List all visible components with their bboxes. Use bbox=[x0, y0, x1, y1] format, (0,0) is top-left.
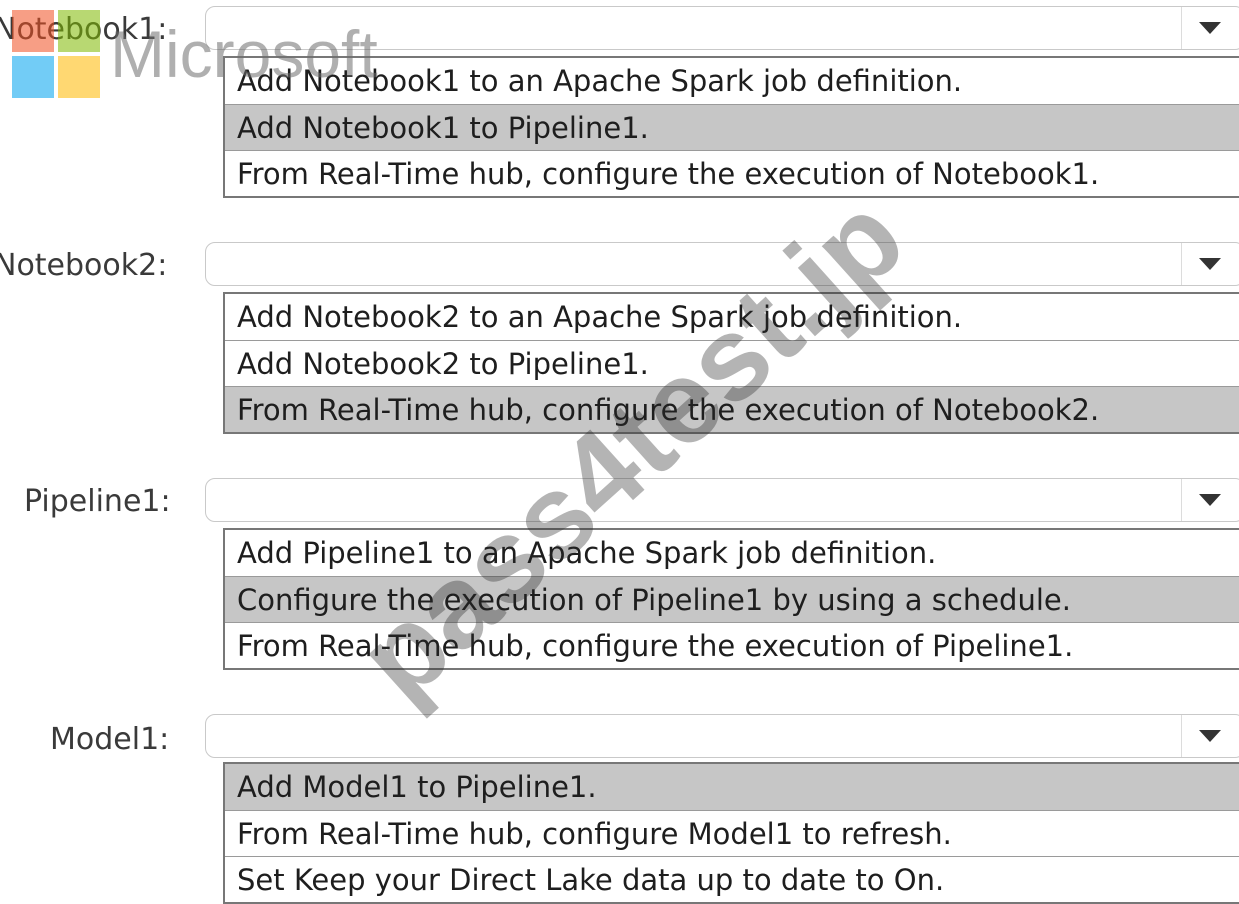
pipeline1-label: Pipeline1: bbox=[24, 484, 171, 519]
notebook1-options: Add Notebook1 to an Apache Spark job def… bbox=[223, 56, 1239, 198]
chevron-down-icon[interactable] bbox=[1181, 479, 1238, 521]
logo-square-yellow bbox=[58, 56, 100, 98]
notebook1-option-2[interactable]: Add Notebook1 to Pipeline1. bbox=[225, 104, 1239, 150]
model1-dropdown[interactable] bbox=[205, 714, 1239, 758]
notebook2-option-2[interactable]: Add Notebook2 to Pipeline1. bbox=[225, 340, 1239, 386]
notebook1-dropdown[interactable] bbox=[205, 6, 1239, 50]
chevron-down-icon[interactable] bbox=[1181, 7, 1238, 49]
model1-option-1[interactable]: Add Model1 to Pipeline1. bbox=[225, 764, 1239, 810]
notebook1-label: Notebook1: bbox=[0, 12, 168, 47]
notebook2-dropdown[interactable] bbox=[205, 242, 1239, 286]
notebook2-option-1[interactable]: Add Notebook2 to an Apache Spark job def… bbox=[225, 294, 1239, 340]
model1-label: Model1: bbox=[50, 722, 170, 757]
pipeline1-option-2[interactable]: Configure the execution of Pipeline1 by … bbox=[225, 576, 1239, 622]
model1-option-3[interactable]: Set Keep your Direct Lake data up to dat… bbox=[225, 856, 1239, 902]
model1-option-2[interactable]: From Real-Time hub, configure Model1 to … bbox=[225, 810, 1239, 856]
notebook1-option-3[interactable]: From Real-Time hub, configure the execut… bbox=[225, 150, 1239, 196]
pipeline1-dropdown[interactable] bbox=[205, 478, 1239, 522]
chevron-down-icon[interactable] bbox=[1181, 243, 1238, 285]
notebook2-options: Add Notebook2 to an Apache Spark job def… bbox=[223, 292, 1239, 434]
notebook2-label: Notebook2: bbox=[0, 248, 168, 283]
pipeline1-option-1[interactable]: Add Pipeline1 to an Apache Spark job def… bbox=[225, 530, 1239, 576]
chevron-down-icon[interactable] bbox=[1181, 715, 1238, 757]
logo-square-blue bbox=[12, 56, 54, 98]
notebook1-option-1[interactable]: Add Notebook1 to an Apache Spark job def… bbox=[225, 58, 1239, 104]
model1-options: Add Model1 to Pipeline1. From Real-Time … bbox=[223, 762, 1239, 904]
pipeline1-option-3[interactable]: From Real-Time hub, configure the execut… bbox=[225, 622, 1239, 668]
notebook2-option-3[interactable]: From Real-Time hub, configure the execut… bbox=[225, 386, 1239, 432]
pipeline1-options: Add Pipeline1 to an Apache Spark job def… bbox=[223, 528, 1239, 670]
